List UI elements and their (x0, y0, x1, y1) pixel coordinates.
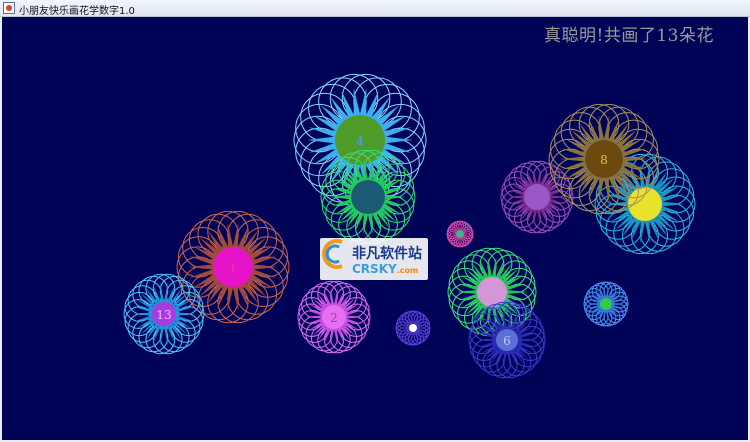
crsky-logo-icon (322, 239, 343, 269)
drawing-canvas[interactable]: 4 1 13 2 6 8 真聪明!共画了13朵花 非凡软件站 CRSKY.com (2, 17, 748, 440)
flower-number-label: 4 (356, 134, 364, 148)
flower-11[interactable] (446, 220, 474, 248)
flower-number-label: 2 (330, 311, 338, 325)
flower-number-label: 8 (600, 153, 608, 167)
flower-10[interactable] (583, 281, 629, 327)
flower-5[interactable]: 2 (297, 280, 371, 354)
watermark-chinese-text: 非凡软件站 (352, 246, 422, 262)
window-titlebar: 小朋友快乐画花学数字1.0 (0, 0, 750, 17)
watermark-brand-text: CRSKY (352, 262, 397, 276)
flower-4[interactable]: 13 (123, 273, 205, 355)
flower-number-label: 1 (229, 261, 237, 275)
flower-count-message: 真聪明!共画了13朵花 (544, 26, 714, 46)
watermark-brand: CRSKY.com (352, 262, 418, 276)
flower-7[interactable] (500, 160, 574, 234)
flower-number-label: 13 (156, 308, 171, 322)
flower-6[interactable] (395, 310, 431, 346)
flower-layer: 4 1 13 2 6 8 (123, 73, 696, 379)
flower-number-label: 6 (503, 334, 511, 348)
flower-3[interactable]: 1 (176, 210, 290, 324)
watermark-domain-suffix: .com (396, 266, 419, 275)
window-title: 小朋友快乐画花学数字1.0 (19, 6, 135, 17)
watermark-badge: 非凡软件站 CRSKY.com (320, 238, 428, 280)
app-icon (3, 2, 15, 14)
